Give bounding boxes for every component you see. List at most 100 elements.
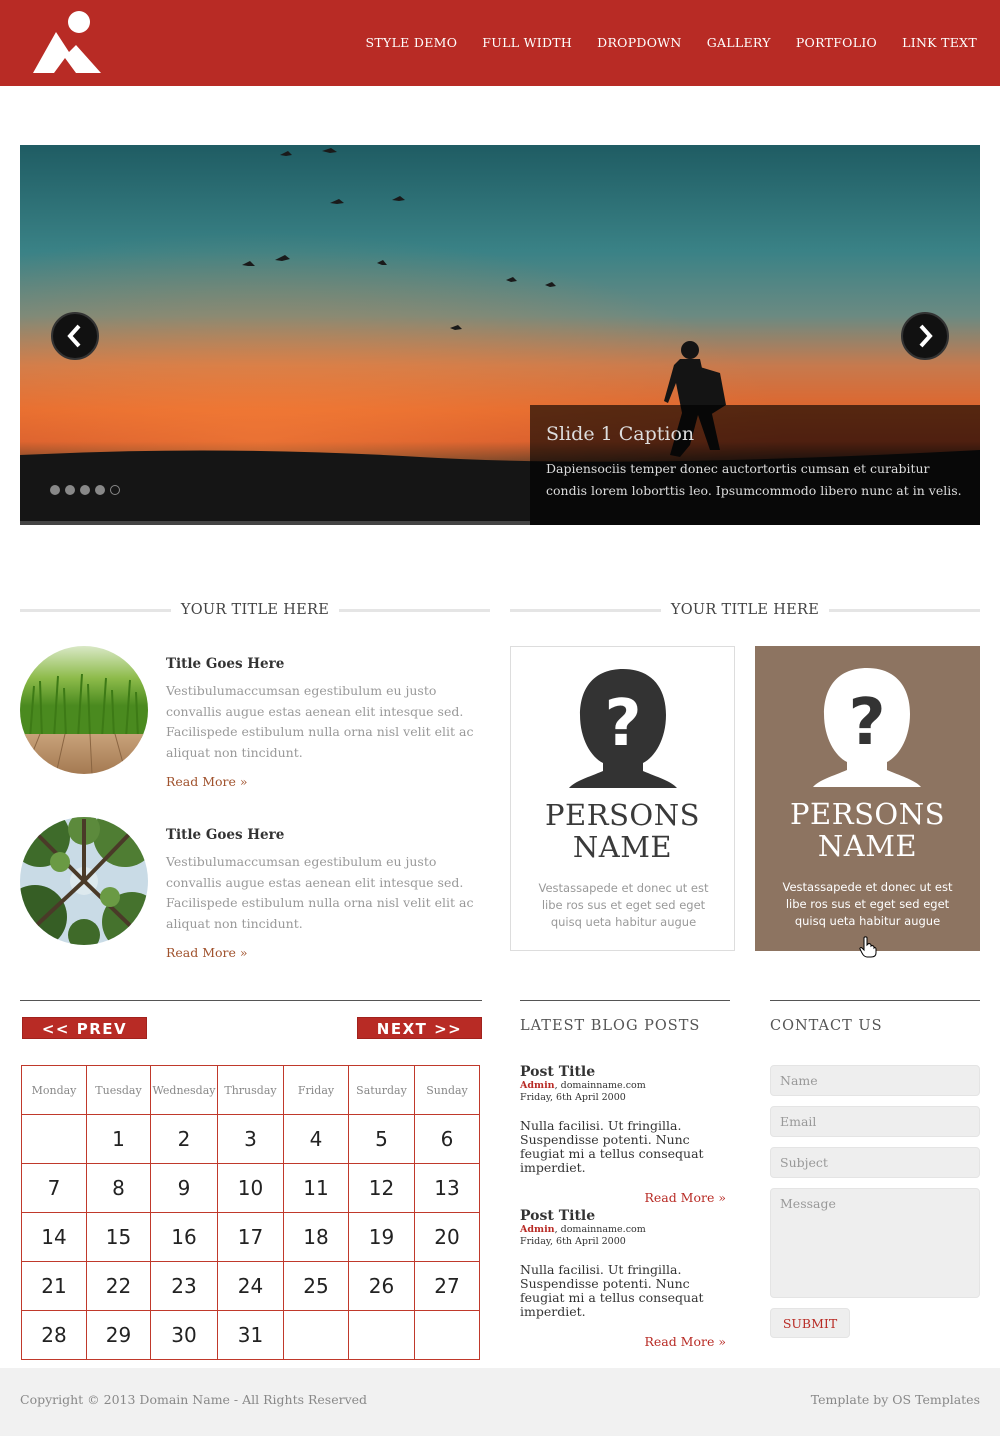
calendar-day[interactable]: 28 [21, 1310, 87, 1360]
email-field[interactable]: Email [770, 1106, 980, 1137]
calendar-day[interactable]: 17 [217, 1212, 284, 1262]
slider-next-button[interactable] [901, 312, 949, 360]
person-name-line2: NAME [572, 830, 673, 864]
nav-full-width[interactable]: FULL WIDTH [482, 35, 572, 50]
person-card[interactable]: ? PERSONS NAME Vestassapede et donec ut … [755, 646, 980, 958]
post-excerpt: Nulla facilisi. Ut fringilla. Suspendiss… [520, 1262, 704, 1319]
person-card[interactable]: ? PERSONS NAME Vestassapede et donec ut … [510, 646, 735, 951]
slider-dot-active[interactable] [110, 485, 120, 495]
calendar-day[interactable]: 29 [86, 1310, 151, 1360]
calendar-day[interactable] [21, 1114, 87, 1164]
calendar-day[interactable]: 6 [414, 1114, 480, 1164]
blog-post: Post Title Admin, domainname.com Friday,… [520, 1064, 730, 1205]
unknown-person-icon: ? [813, 668, 921, 787]
calendar-day[interactable]: 13 [414, 1163, 480, 1213]
calendar-day[interactable]: 11 [283, 1163, 349, 1213]
caption-title: Slide 1 Caption [546, 423, 695, 445]
grass-photo[interactable] [20, 646, 148, 774]
article-item: Title Goes Here Vestibulumaccumsan egest… [20, 646, 490, 796]
calendar-day[interactable]: 1 [86, 1114, 151, 1164]
calendar-day[interactable]: 31 [217, 1310, 284, 1360]
post-title[interactable]: Post Title [520, 1064, 730, 1080]
calendar-day[interactable] [348, 1310, 415, 1360]
calendar-day[interactable]: 22 [86, 1261, 151, 1311]
nav-style-demo[interactable]: STYLE DEMO [366, 35, 458, 50]
calendar-day[interactable]: 27 [414, 1261, 480, 1311]
calendar-week-row: 1 2 3 4 5 6 [21, 1114, 480, 1164]
divider [339, 608, 490, 612]
nav-gallery[interactable]: GALLERY [707, 35, 771, 50]
calendar-day[interactable]: 4 [283, 1114, 349, 1164]
calendar-day[interactable]: 7 [21, 1163, 87, 1213]
message-field[interactable]: Message [770, 1188, 980, 1298]
blog-section-title: LATEST BLOG POSTS [520, 1018, 701, 1034]
nav-portfolio[interactable]: PORTFOLIO [796, 35, 877, 50]
calendar-day[interactable]: 19 [348, 1212, 415, 1262]
post-title[interactable]: Post Title [520, 1208, 730, 1224]
calendar-day[interactable]: 23 [150, 1261, 218, 1311]
calendar-day[interactable]: 18 [283, 1212, 349, 1262]
logo-icon[interactable] [32, 10, 102, 74]
divider [20, 1000, 482, 1001]
grass-image [20, 646, 148, 774]
site-header: STYLE DEMO FULL WIDTH DROPDOWN GALLERY P… [0, 0, 1000, 86]
nav-dropdown[interactable]: DROPDOWN [597, 35, 682, 50]
chevron-right-icon [919, 324, 933, 348]
person-bio: Vestassapede et donec ut est libe ros su… [782, 880, 953, 928]
calendar-prev-button[interactable]: << PREV [22, 1017, 147, 1039]
calendar-day[interactable]: 25 [283, 1261, 349, 1311]
post-author[interactable]: Admin [520, 1224, 555, 1235]
blog-post: Post Title Admin, domainname.com Friday,… [520, 1208, 730, 1349]
name-field[interactable]: Name [770, 1065, 980, 1096]
svg-text:?: ? [848, 686, 885, 760]
section-heading-left: YOUR TITLE HERE [20, 600, 490, 620]
article-text: Vestibulumaccumsan egestibulum eu justo … [166, 854, 474, 931]
calendar-day[interactable]: 15 [86, 1212, 151, 1262]
divider [510, 608, 661, 612]
post-domain: , domainname.com [554, 1080, 646, 1091]
calendar-day[interactable]: 21 [21, 1261, 87, 1311]
calendar-day[interactable]: 20 [414, 1212, 480, 1262]
calendar-day[interactable]: 5 [348, 1114, 415, 1164]
calendar-next-button[interactable]: NEXT >> [357, 1017, 482, 1039]
calendar-day[interactable]: 14 [21, 1212, 87, 1262]
trees-photo[interactable] [20, 817, 148, 945]
read-more-link[interactable]: Read More » [166, 774, 248, 789]
weekday-header: Thrusday [217, 1065, 284, 1115]
weekday-header: Monday [21, 1065, 87, 1115]
image-slider: Slide 1 Caption Dapiensociis temper done… [20, 145, 980, 525]
section-title: YOUR TITLE HERE [670, 602, 820, 618]
calendar-day[interactable]: 10 [217, 1163, 284, 1213]
calendar-day[interactable]: 24 [217, 1261, 284, 1311]
post-author[interactable]: Admin [520, 1080, 555, 1091]
template-credit-link[interactable]: Template by OS Templates [811, 1392, 980, 1407]
calendar-header-row: Monday Tuesday Wednesday Thrusday Friday… [21, 1065, 480, 1115]
calendar-day[interactable] [283, 1310, 349, 1360]
calendar-day[interactable]: 2 [150, 1114, 218, 1164]
calendar-week-row: 28 29 30 31 [21, 1310, 480, 1360]
subject-field[interactable]: Subject [770, 1147, 980, 1178]
calendar-day[interactable]: 16 [150, 1212, 218, 1262]
article-text: Vestibulumaccumsan egestibulum eu justo … [166, 683, 474, 760]
person-name-line1: PERSONS [790, 797, 945, 831]
weekday-header: Saturday [348, 1065, 415, 1115]
slider-prev-button[interactable] [51, 312, 99, 360]
slider-dot[interactable] [65, 485, 75, 495]
read-more-link[interactable]: Read More » [166, 945, 248, 960]
slider-dot[interactable] [50, 485, 60, 495]
calendar-day[interactable]: 8 [86, 1163, 151, 1213]
calendar-day[interactable]: 9 [150, 1163, 218, 1213]
calendar-day[interactable]: 26 [348, 1261, 415, 1311]
calendar-day[interactable]: 12 [348, 1163, 415, 1213]
nav-link-text[interactable]: LINK TEXT [902, 35, 977, 50]
calendar-day[interactable] [414, 1310, 480, 1360]
article-title[interactable]: Title Goes Here [166, 656, 284, 672]
calendar-day[interactable]: 30 [150, 1310, 218, 1360]
article-title[interactable]: Title Goes Here [166, 827, 284, 843]
slider-dot[interactable] [95, 485, 105, 495]
submit-button[interactable]: SUBMIT [770, 1308, 850, 1338]
calendar-day[interactable]: 3 [217, 1114, 284, 1164]
read-more-link[interactable]: Read More » [520, 1190, 730, 1205]
slider-dot[interactable] [80, 485, 90, 495]
read-more-link[interactable]: Read More » [520, 1334, 730, 1349]
